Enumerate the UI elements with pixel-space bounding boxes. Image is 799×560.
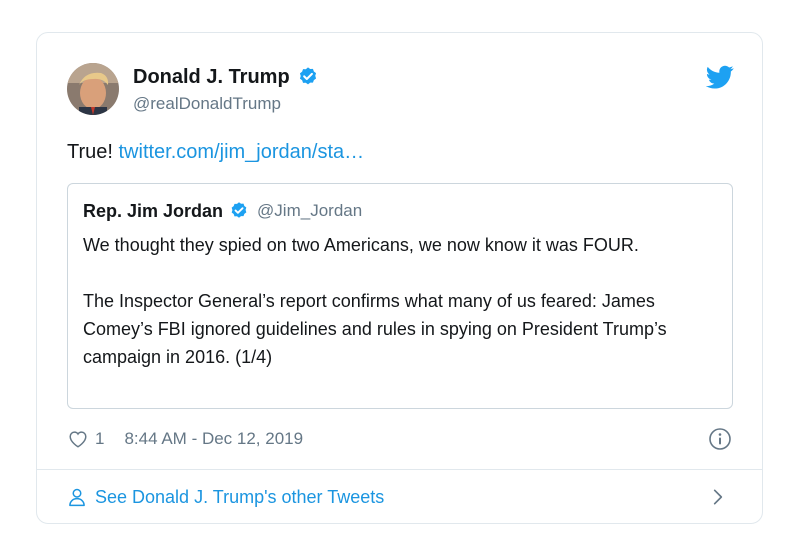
tweet-text-prefix: True! [67,141,119,163]
info-icon[interactable] [708,427,732,451]
quoted-tweet-header: Rep. Jim Jordan @Jim_Jordan [83,199,362,223]
embedded-tweet-card: Donald J. Trump @realDonaldTrump True! t… [36,32,763,524]
verified-badge-icon [231,202,247,218]
person-icon [69,488,85,507]
quoted-paragraph-2: The Inspector General’s report confirms … [83,291,667,367]
author-name-text[interactable]: Donald J. Trump [133,63,290,91]
author-name[interactable]: Donald J. Trump [133,63,319,91]
other-tweets-label[interactable]: See Donald J. Trump's other Tweets [95,485,384,509]
heart-icon[interactable] [67,428,89,450]
twitter-bird-icon[interactable] [706,63,734,91]
chevron-right-icon[interactable] [708,487,728,507]
other-tweets-link[interactable]: See Donald J. Trump's other Tweets [67,485,384,509]
quoted-tweet[interactable]: Rep. Jim Jordan @Jim_Jordan We thought t… [67,183,733,409]
quoted-tweet-text: We thought they spied on two Americans, … [83,231,719,399]
avatar[interactable] [67,63,119,115]
quoted-author-name[interactable]: Rep. Jim Jordan [83,199,223,223]
divider [37,469,762,470]
quoted-paragraph-1: We thought they spied on two Americans, … [83,235,639,255]
tweet-meta: 1 8:44 AM - Dec 12, 2019 [67,427,303,451]
tweet-text: True! twitter.com/jim_jordan/sta… [67,138,364,166]
quoted-author-handle[interactable]: @Jim_Jordan [257,199,362,223]
author-handle[interactable]: @realDonaldTrump [133,93,281,115]
verified-badge-icon [299,67,316,85]
timestamp[interactable]: 8:44 AM - Dec 12, 2019 [124,427,303,451]
like-count[interactable]: 1 [95,427,104,451]
tweet-link[interactable]: twitter.com/jim_jordan/sta… [119,141,365,163]
